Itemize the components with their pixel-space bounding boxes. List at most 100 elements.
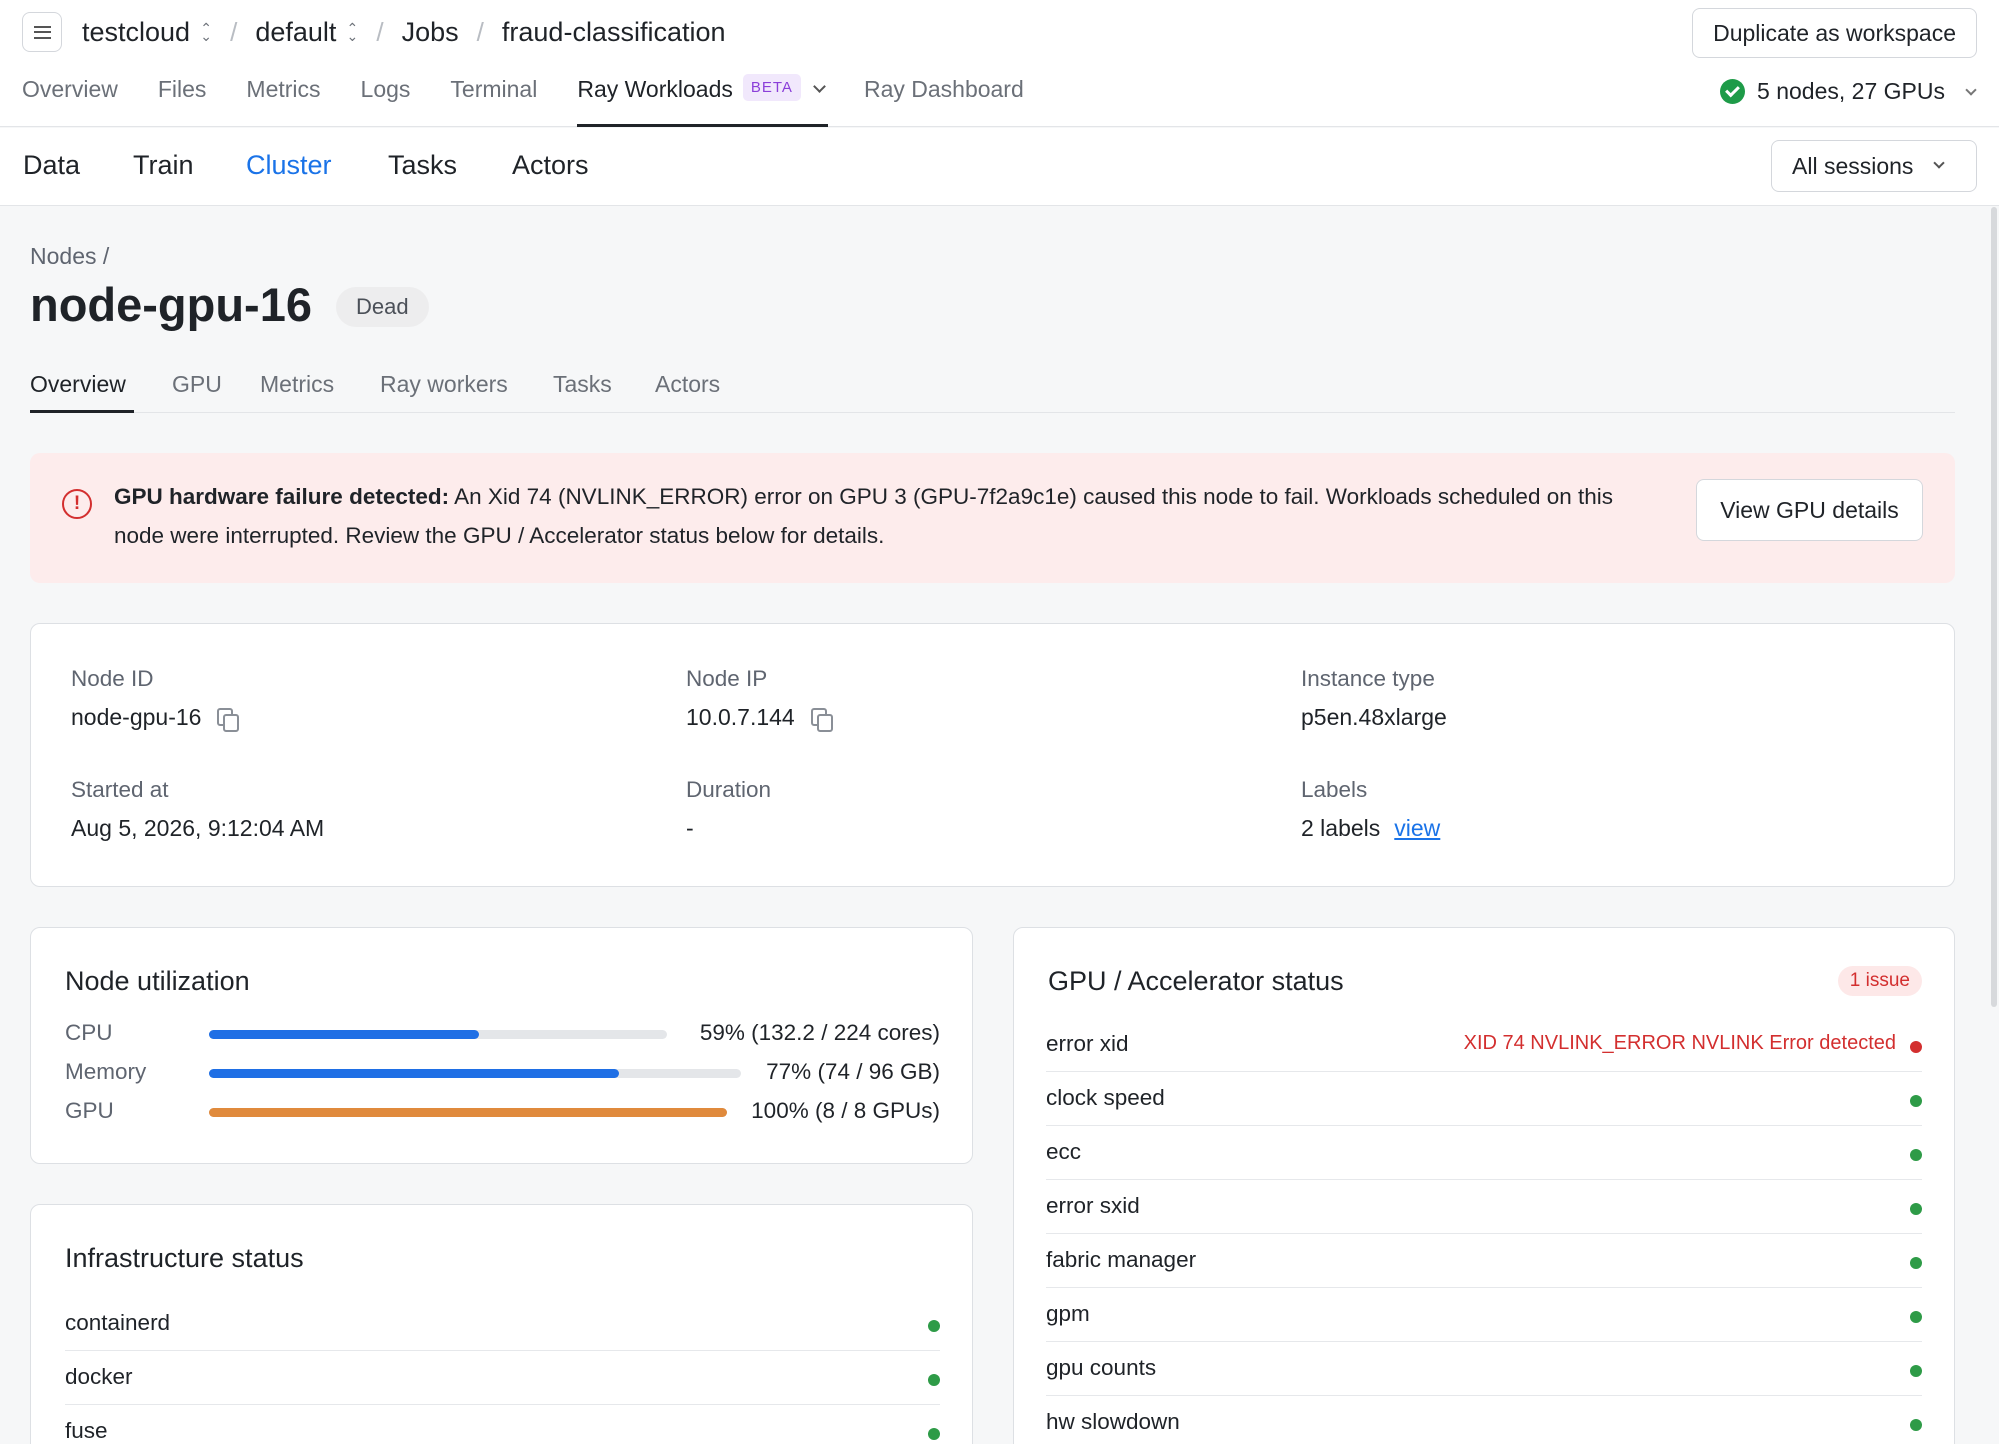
breadcrumb-job-name: fraud-classification bbox=[501, 16, 726, 47]
node-tab-gpu[interactable]: GPU bbox=[172, 371, 222, 398]
status-row-name: fuse bbox=[65, 1418, 108, 1443]
utilization-value: 59% (132.2 / 224 cores) bbox=[699, 1020, 940, 1045]
labels-count: 2 labels bbox=[1301, 815, 1381, 841]
menu-button[interactable] bbox=[22, 12, 62, 52]
alert-circle-icon: ! bbox=[62, 489, 92, 519]
tab-metrics[interactable]: Metrics bbox=[246, 66, 320, 127]
utilization-row-gpu: GPU 100% (8 / 8 GPUs) bbox=[65, 1098, 940, 1128]
beta-badge: BETA bbox=[742, 74, 801, 101]
cluster-status-dropdown[interactable]: 5 nodes, 27 GPUs bbox=[1720, 78, 1977, 105]
status-row: error xid XID 74 NVLINK_ERROR NVLINK Err… bbox=[1046, 1018, 1922, 1072]
chevron-down-icon[interactable] bbox=[813, 80, 826, 93]
view-labels-link[interactable]: view bbox=[1394, 815, 1440, 842]
node-utilization-card: Node utilization CPU 59% (132.2 / 224 co… bbox=[30, 927, 973, 1164]
node-info-card: Node ID node-gpu-16 Node IP 10.0.7.144 I… bbox=[30, 623, 1955, 887]
tab-logs[interactable]: Logs bbox=[361, 66, 411, 127]
card-title: Infrastructure status bbox=[65, 1243, 304, 1273]
status-dot-icon bbox=[928, 1428, 940, 1440]
utilization-label: Memory bbox=[65, 1059, 147, 1084]
view-gpu-details-button[interactable]: View GPU details bbox=[1696, 479, 1923, 541]
breadcrumb-separator: / bbox=[376, 16, 384, 47]
node-tab-metrics[interactable]: Metrics bbox=[260, 371, 334, 398]
tab-terminal[interactable]: Terminal bbox=[450, 66, 537, 127]
scrollbar[interactable] bbox=[1989, 207, 1999, 1007]
node-tab-actors[interactable]: Actors bbox=[655, 371, 720, 398]
breadcrumb-jobs-link[interactable]: Jobs bbox=[402, 17, 459, 48]
status-row: gpu counts bbox=[1046, 1342, 1922, 1396]
status-dot-icon bbox=[1910, 1311, 1922, 1323]
status-row-name: gpu counts bbox=[1046, 1355, 1157, 1380]
utilization-value: 100% (8 / 8 GPUs) bbox=[751, 1098, 940, 1123]
tab-ray-dashboard[interactable]: Ray Dashboard bbox=[864, 66, 1024, 127]
duration-value: - bbox=[686, 815, 694, 841]
breadcrumb-separator: / bbox=[230, 16, 238, 47]
status-row: containerd bbox=[65, 1297, 940, 1351]
memory-progress-bar bbox=[209, 1069, 741, 1078]
status-dot-icon bbox=[1910, 1149, 1922, 1161]
hamburger-icon bbox=[33, 25, 51, 39]
updown-chevron-icon: ⌃ ⌄ bbox=[200, 20, 212, 44]
subnav-data[interactable]: Data bbox=[23, 150, 80, 181]
alert-message: GPU hardware failure detected: An Xid 74… bbox=[114, 477, 1654, 555]
card-title: GPU / Accelerator status bbox=[1048, 966, 1344, 996]
status-row-name: error xid bbox=[1046, 1031, 1129, 1056]
status-dot-icon bbox=[1910, 1203, 1922, 1215]
sessions-dropdown-label: All sessions bbox=[1792, 152, 1914, 179]
node-tab-overview[interactable]: Overview bbox=[30, 371, 126, 398]
status-row: fabric manager bbox=[1046, 1234, 1922, 1288]
subnav-cluster[interactable]: Cluster bbox=[246, 150, 332, 181]
labels-value: 2 labels view bbox=[1301, 815, 1440, 842]
subnav-train[interactable]: Train bbox=[133, 150, 194, 181]
instance-type-value: p5en.48xlarge bbox=[1301, 704, 1447, 730]
instance-type-label: Instance type bbox=[1301, 666, 1435, 691]
status-row-name: hw slowdown bbox=[1046, 1409, 1180, 1434]
node-id-text: node-gpu-16 bbox=[71, 704, 202, 730]
started-at-value: Aug 5, 2026, 9:12:04 AM bbox=[71, 815, 325, 841]
node-tab-ray-workers[interactable]: Ray workers bbox=[380, 371, 508, 398]
sessions-dropdown[interactable]: All sessions bbox=[1771, 140, 1977, 192]
breadcrumb-project-selector[interactable]: default ⌃ ⌄ bbox=[255, 17, 358, 48]
nodes-breadcrumb-link[interactable]: Nodes / bbox=[30, 243, 109, 270]
started-at-label: Started at bbox=[71, 777, 169, 802]
node-tabs: Overview GPU Metrics Ray workers Tasks A… bbox=[30, 355, 1955, 413]
node-ip-text: 10.0.7.144 bbox=[686, 704, 795, 730]
gpu-progress-fill bbox=[209, 1108, 727, 1117]
tab-ray-workloads[interactable]: Ray Workloads BETA bbox=[577, 66, 828, 127]
status-row: ecc bbox=[1046, 1126, 1922, 1180]
check-circle-icon bbox=[1720, 79, 1746, 104]
status-row-name: error sxid bbox=[1046, 1193, 1140, 1218]
duplicate-as-workspace-button[interactable]: Duplicate as workspace bbox=[1692, 8, 1977, 58]
utilization-label: CPU bbox=[65, 1020, 113, 1045]
copy-icon[interactable] bbox=[217, 707, 240, 732]
tab-files[interactable]: Files bbox=[158, 66, 207, 127]
alert-title: GPU hardware failure detected: bbox=[114, 484, 450, 509]
tab-overview[interactable]: Overview bbox=[22, 66, 118, 127]
cluster-status-text: 5 nodes, 27 GPUs bbox=[1757, 78, 1945, 104]
utilization-row-cpu: CPU 59% (132.2 / 224 cores) bbox=[65, 1020, 940, 1050]
status-row: fuse bbox=[65, 1405, 940, 1444]
status-row-name: docker bbox=[65, 1364, 133, 1389]
status-error-message: XID 74 NVLINK_ERROR NVLINK Error detecte… bbox=[1463, 1032, 1896, 1054]
subnav-actors[interactable]: Actors bbox=[512, 150, 589, 181]
node-tab-tasks[interactable]: Tasks bbox=[553, 371, 612, 398]
utilization-row-memory: Memory 77% (74 / 96 GB) bbox=[65, 1059, 940, 1089]
copy-icon[interactable] bbox=[810, 707, 833, 732]
chevron-down-icon bbox=[1965, 83, 1977, 96]
status-row-name: containerd bbox=[65, 1310, 171, 1335]
cpu-progress-bar bbox=[209, 1030, 667, 1039]
scrollbar-thumb[interactable] bbox=[1991, 207, 1997, 1007]
utilization-value: 77% (74 / 96 GB) bbox=[766, 1059, 940, 1084]
infrastructure-status-card: Infrastructure status containerd docker … bbox=[30, 1204, 973, 1444]
status-dot-icon bbox=[1910, 1419, 1922, 1431]
status-row: docker bbox=[65, 1351, 940, 1405]
subnav-tasks[interactable]: Tasks bbox=[388, 150, 457, 181]
error-dot-icon bbox=[1910, 1041, 1922, 1053]
cpu-progress-fill bbox=[209, 1030, 480, 1039]
breadcrumb-cloud-selector[interactable]: testcloud ⌃ ⌄ bbox=[82, 17, 212, 48]
node-ip-value: 10.0.7.144 bbox=[686, 704, 833, 732]
duration-label: Duration bbox=[686, 777, 772, 802]
status-badge: Dead bbox=[336, 287, 429, 327]
status-row-name: ecc bbox=[1046, 1139, 1082, 1164]
status-dot-icon bbox=[1910, 1365, 1922, 1377]
status-row-name: fabric manager bbox=[1046, 1247, 1197, 1272]
